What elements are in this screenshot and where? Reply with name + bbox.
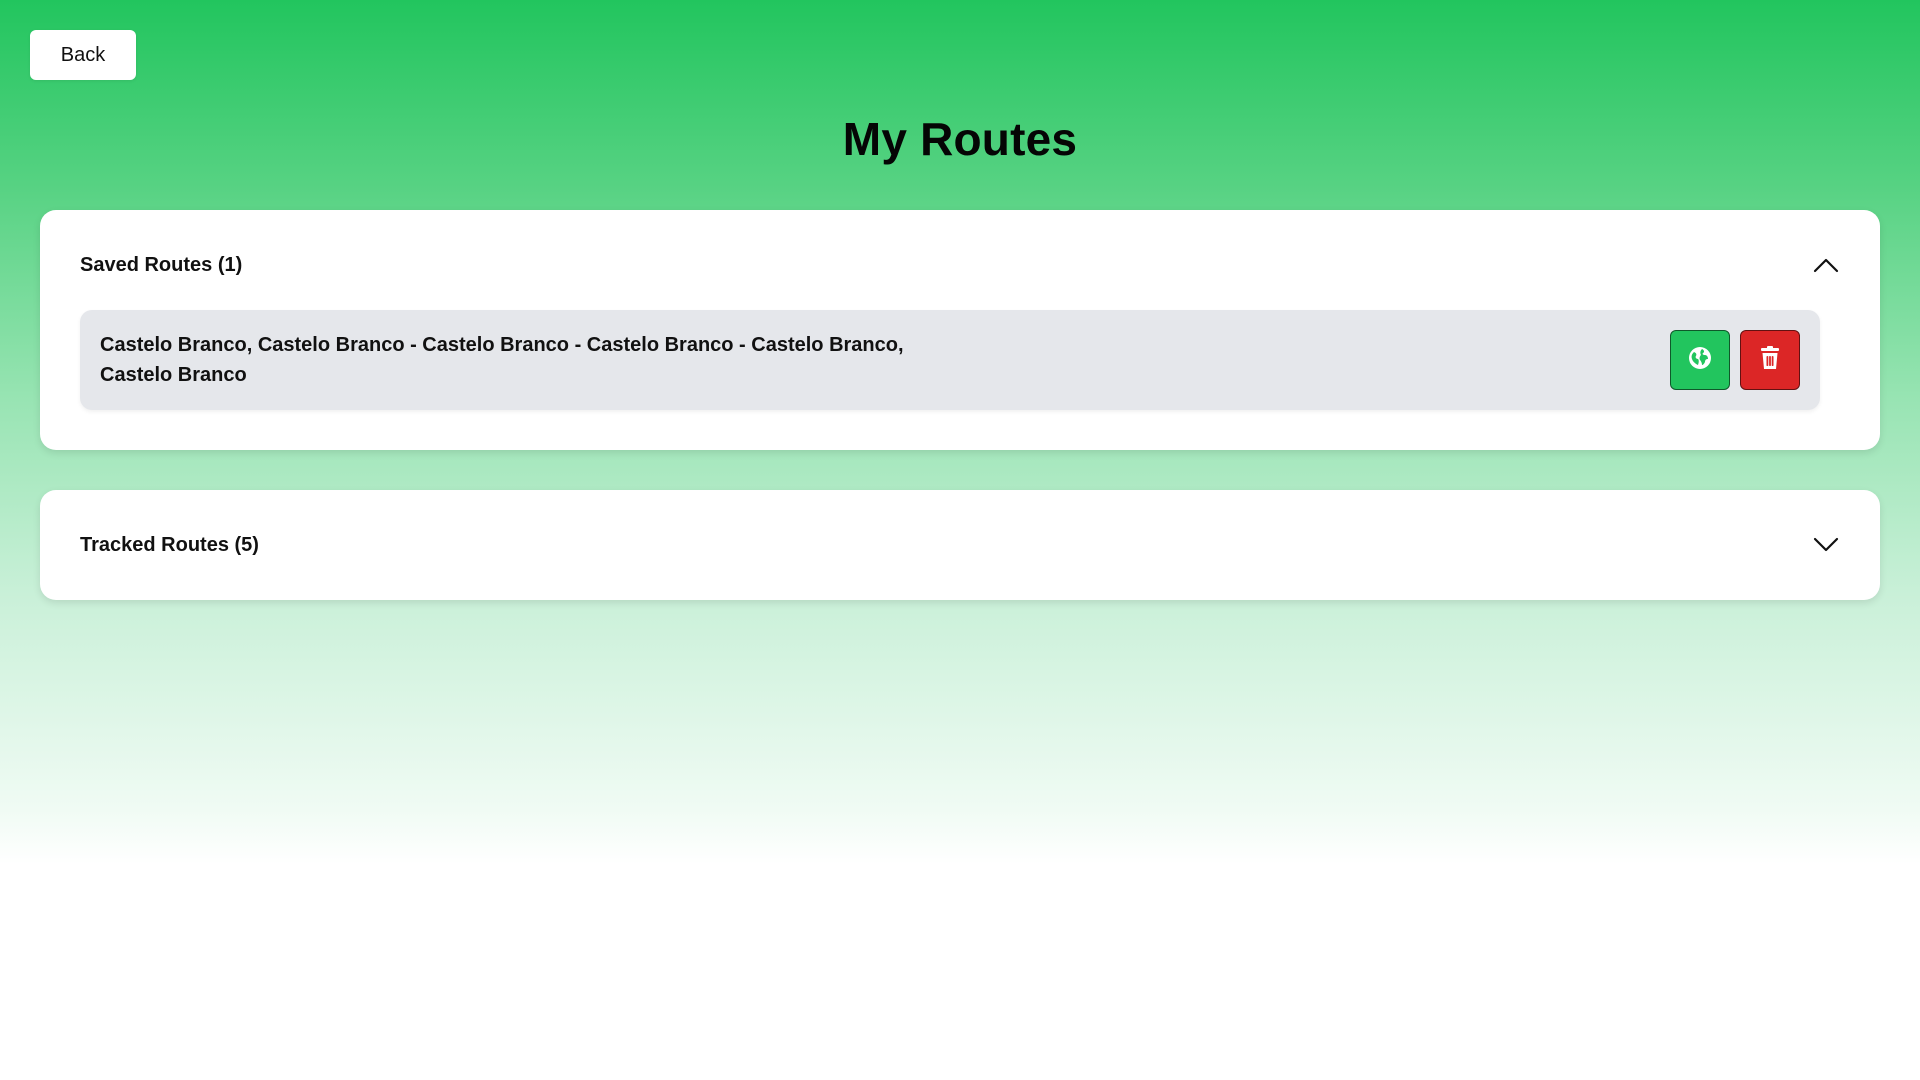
- delete-route-button[interactable]: [1740, 330, 1800, 390]
- saved-route-item: Castelo Branco, Castelo Branco - Castelo…: [80, 310, 1820, 410]
- trash-icon: [1758, 345, 1782, 376]
- tracked-routes-title: Tracked Routes (5): [80, 533, 259, 556]
- chevron-up-icon[interactable]: [1812, 251, 1840, 279]
- globe-icon: [1687, 345, 1713, 376]
- page-title: My Routes: [842, 113, 1078, 165]
- saved-routes-title: Saved Routes (1): [80, 253, 243, 276]
- tracked-routes-panel: Tracked Routes (5): [40, 490, 1880, 600]
- saved-routes-header[interactable]: Saved Routes (1): [80, 245, 1840, 285]
- saved-routes-panel: Saved Routes (1) Castelo Branco, Castelo…: [40, 210, 1880, 450]
- tracked-routes-header[interactable]: Tracked Routes (5): [80, 525, 1840, 565]
- route-name: Castelo Branco, Castelo Branco - Castelo…: [100, 334, 904, 386]
- back-button[interactable]: Back: [30, 30, 136, 80]
- chevron-down-icon[interactable]: [1812, 531, 1840, 559]
- view-route-button[interactable]: [1670, 330, 1730, 390]
